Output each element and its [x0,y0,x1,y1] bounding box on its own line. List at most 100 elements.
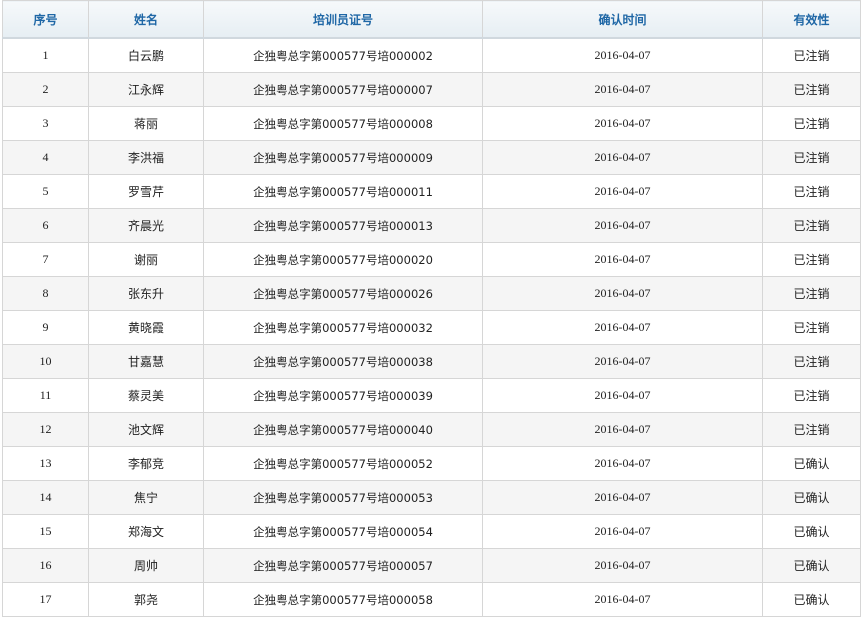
cell-confirm-time: 2016-04-07 [482,582,763,617]
table-row: 5 罗雪芹 企独粤总字第000577号培000011 2016-04-07 已注… [2,174,861,209]
cell-validity: 已注销 [762,242,861,277]
cell-validity: 已注销 [762,37,861,73]
cell-validity: 已注销 [762,412,861,447]
cell-confirm-time: 2016-04-07 [482,174,763,209]
table-row: 9 黄晓霞 企独粤总字第000577号培000032 2016-04-07 已注… [2,310,861,345]
cell-name: 黄晓霞 [88,310,204,345]
cell-confirm-time: 2016-04-07 [482,548,763,583]
header-cert[interactable]: 培训员证号 [203,0,483,39]
header-name[interactable]: 姓名 [88,0,204,39]
table-row: 2 江永辉 企独粤总字第000577号培000007 2016-04-07 已注… [2,72,861,107]
cell-name: 齐晨光 [88,208,204,243]
cell-cert: 企独粤总字第000577号培000052 [203,446,483,481]
cell-validity: 已注销 [762,310,861,345]
cell-name: 白云鹏 [88,37,204,73]
cell-cert: 企独粤总字第000577号培000002 [203,37,483,73]
table-body: 1 白云鹏 企独粤总字第000577号培000002 2016-04-07 已注… [2,37,861,617]
cell-name: 罗雪芹 [88,174,204,209]
table-row: 16 周帅 企独粤总字第000577号培000057 2016-04-07 已确… [2,548,861,583]
cell-index: 4 [2,140,89,175]
cell-validity: 已确认 [762,582,861,617]
table-row: 17 郭尧 企独粤总字第000577号培000058 2016-04-07 已确… [2,582,861,617]
cell-name: 焦宁 [88,480,204,515]
header-validity[interactable]: 有效性 [762,0,861,39]
cell-confirm-time: 2016-04-07 [482,208,763,243]
cell-validity: 已注销 [762,106,861,141]
table-row: 3 蒋丽 企独粤总字第000577号培000008 2016-04-07 已注销 [2,106,861,141]
cell-validity: 已确认 [762,514,861,549]
cell-cert: 企独粤总字第000577号培000058 [203,582,483,617]
cell-validity: 已确认 [762,446,861,481]
cell-validity: 已注销 [762,140,861,175]
trainer-table-container: 序号 姓名 培训员证号 确认时间 有效性 1 白云鹏 企独粤总字第000577号… [2,0,861,617]
cell-validity: 已确认 [762,548,861,583]
cell-index: 2 [2,72,89,107]
cell-cert: 企独粤总字第000577号培000007 [203,72,483,107]
cell-index: 3 [2,106,89,141]
cell-confirm-time: 2016-04-07 [482,72,763,107]
cell-name: 谢丽 [88,242,204,277]
cell-index: 8 [2,276,89,311]
cell-cert: 企独粤总字第000577号培000040 [203,412,483,447]
header-row: 序号 姓名 培训员证号 确认时间 有效性 [2,0,861,39]
cell-confirm-time: 2016-04-07 [482,310,763,345]
table-header: 序号 姓名 培训员证号 确认时间 有效性 [2,0,861,39]
cell-index: 1 [2,37,89,73]
cell-index: 11 [2,378,89,413]
header-confirm-time[interactable]: 确认时间 [482,0,763,39]
table-row: 14 焦宁 企独粤总字第000577号培000053 2016-04-07 已确… [2,480,861,515]
cell-confirm-time: 2016-04-07 [482,378,763,413]
cell-validity: 已注销 [762,344,861,379]
cell-confirm-time: 2016-04-07 [482,446,763,481]
table-row: 7 谢丽 企独粤总字第000577号培000020 2016-04-07 已注销 [2,242,861,277]
cell-cert: 企独粤总字第000577号培000032 [203,310,483,345]
cell-index: 13 [2,446,89,481]
cell-validity: 已注销 [762,208,861,243]
cell-name: 郭尧 [88,582,204,617]
cell-confirm-time: 2016-04-07 [482,344,763,379]
cell-name: 甘嘉慧 [88,344,204,379]
table-row: 8 张东升 企独粤总字第000577号培000026 2016-04-07 已注… [2,276,861,311]
cell-index: 9 [2,310,89,345]
cell-name: 池文辉 [88,412,204,447]
cell-validity: 已注销 [762,276,861,311]
trainer-table: 序号 姓名 培训员证号 确认时间 有效性 1 白云鹏 企独粤总字第000577号… [2,0,861,617]
header-index[interactable]: 序号 [2,0,89,39]
cell-name: 郑海文 [88,514,204,549]
cell-cert: 企独粤总字第000577号培000057 [203,548,483,583]
cell-cert: 企独粤总字第000577号培000026 [203,276,483,311]
table-row: 1 白云鹏 企独粤总字第000577号培000002 2016-04-07 已注… [2,37,861,73]
cell-index: 6 [2,208,89,243]
cell-cert: 企独粤总字第000577号培000039 [203,378,483,413]
cell-cert: 企独粤总字第000577号培000008 [203,106,483,141]
table-row: 4 李洪福 企独粤总字第000577号培000009 2016-04-07 已注… [2,140,861,175]
cell-cert: 企独粤总字第000577号培000020 [203,242,483,277]
table-row: 6 齐晨光 企独粤总字第000577号培000013 2016-04-07 已注… [2,208,861,243]
table-row: 12 池文辉 企独粤总字第000577号培000040 2016-04-07 已… [2,412,861,447]
cell-index: 17 [2,582,89,617]
cell-cert: 企独粤总字第000577号培000038 [203,344,483,379]
cell-validity: 已注销 [762,174,861,209]
table-row: 15 郑海文 企独粤总字第000577号培000054 2016-04-07 已… [2,514,861,549]
cell-cert: 企独粤总字第000577号培000053 [203,480,483,515]
cell-name: 江永辉 [88,72,204,107]
cell-index: 10 [2,344,89,379]
cell-confirm-time: 2016-04-07 [482,276,763,311]
cell-name: 李洪福 [88,140,204,175]
cell-index: 16 [2,548,89,583]
table-row: 13 李郁竞 企独粤总字第000577号培000052 2016-04-07 已… [2,446,861,481]
cell-cert: 企独粤总字第000577号培000013 [203,208,483,243]
cell-confirm-time: 2016-04-07 [482,140,763,175]
cell-confirm-time: 2016-04-07 [482,412,763,447]
cell-confirm-time: 2016-04-07 [482,514,763,549]
cell-cert: 企独粤总字第000577号培000009 [203,140,483,175]
cell-name: 李郁竞 [88,446,204,481]
cell-confirm-time: 2016-04-07 [482,242,763,277]
cell-confirm-time: 2016-04-07 [482,480,763,515]
cell-cert: 企独粤总字第000577号培000011 [203,174,483,209]
cell-validity: 已注销 [762,378,861,413]
cell-name: 张东升 [88,276,204,311]
table-row: 10 甘嘉慧 企独粤总字第000577号培000038 2016-04-07 已… [2,344,861,379]
cell-confirm-time: 2016-04-07 [482,37,763,73]
cell-validity: 已确认 [762,480,861,515]
